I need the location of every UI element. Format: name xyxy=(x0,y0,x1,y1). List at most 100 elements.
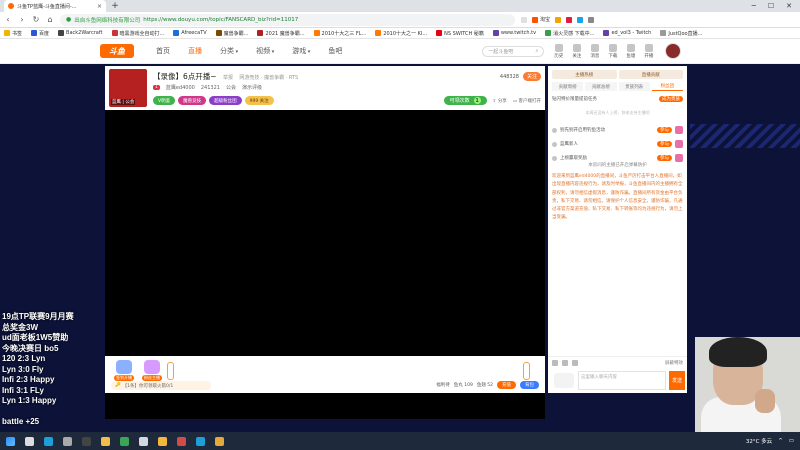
bookmark-item[interactable]: JustQoo直播... xyxy=(660,30,702,37)
activity-row-2[interactable]: 蓝鹰新人 参与 xyxy=(552,138,683,150)
douyu-logo[interactable]: 斗鱼 xyxy=(100,44,134,58)
room-badge[interactable]: V明鉴 xyxy=(153,96,176,105)
extension-0[interactable] xyxy=(521,16,527,23)
tab-noble-list[interactable]: 贵族列表 xyxy=(618,82,650,91)
url-bar[interactable]: ● 出自斗鱼网络科技有限公司 https://www.douyu.com/top… xyxy=(60,13,515,26)
edge2-icon[interactable] xyxy=(196,436,205,446)
nav-item-2[interactable]: 分类 ▾ xyxy=(220,46,238,56)
backpack-button[interactable]: 背包 xyxy=(520,381,539,389)
bookmark-item[interactable]: 2010十大之三 FL... xyxy=(313,30,366,37)
windows-start-icon[interactable] xyxy=(6,436,15,446)
gift-item-2[interactable]: 粉丝主播 xyxy=(141,360,163,381)
nav-item-5[interactable]: 鱼吧 xyxy=(328,46,342,56)
header-icon-1[interactable]: 关注 xyxy=(572,43,581,59)
activity-row-1[interactable]: 别先别开启用钓鱼活动 参与 xyxy=(552,124,683,136)
extension-2[interactable] xyxy=(555,16,562,23)
close-tab-icon[interactable]: × xyxy=(97,3,102,10)
chat-input[interactable]: 这里输入聊天内容 xyxy=(578,371,666,390)
search-icon[interactable]: ⌕ xyxy=(536,48,539,54)
app-icon[interactable] xyxy=(177,436,186,446)
tasks-button[interactable]: 可领次数 1 xyxy=(443,96,487,105)
forward-icon[interactable]: › xyxy=(18,15,26,24)
bag-icon[interactable] xyxy=(562,360,568,366)
edge-icon[interactable] xyxy=(44,436,53,446)
browser-tab[interactable]: 斗鱼TP蓝鹰-斗鱼直播间-... × xyxy=(4,0,106,12)
user-avatar[interactable] xyxy=(665,43,682,59)
guild-label[interactable]: 公会 xyxy=(226,84,236,91)
rank-label[interactable]: 演示评级 xyxy=(242,84,262,91)
gift-item-1[interactable]: 签到开播 xyxy=(113,360,135,381)
weather-text[interactable]: 32°C 多云 xyxy=(746,437,772,445)
room-badge[interactable]: 999 关注 xyxy=(244,96,274,105)
tab-total-rank[interactable]: 贡献总榜 xyxy=(585,82,617,91)
close-window-icon[interactable]: ✕ xyxy=(786,2,792,10)
chat-mode-button[interactable] xyxy=(554,373,574,388)
cursor-icon[interactable] xyxy=(139,436,148,446)
bookmark-item[interactable]: 书签 xyxy=(4,30,22,37)
obs-icon[interactable] xyxy=(82,436,91,446)
become-noble-button[interactable]: 成为贵族 xyxy=(659,96,683,102)
room-badge[interactable]: 魔兽竞技 xyxy=(178,96,207,105)
header-icon-4[interactable]: 鱼塘 xyxy=(626,43,635,59)
nav-item-4[interactable]: 游戏 ▾ xyxy=(292,46,310,56)
site-search-input[interactable]: 一起斗鱼吧 ⌕ xyxy=(482,45,545,57)
bookmark-item[interactable]: 消火灵感 下载中... xyxy=(545,30,594,37)
search-icon[interactable] xyxy=(25,436,34,446)
folder-icon[interactable] xyxy=(158,436,167,446)
share-button[interactable]: ⇪ 分享 xyxy=(493,98,507,104)
gift-slot-left[interactable] xyxy=(167,362,174,380)
explorer-icon[interactable] xyxy=(101,436,110,446)
charge-button[interactable]: 充值 xyxy=(497,381,516,389)
bookmark-item[interactable]: 2010十大之一 KI... xyxy=(375,30,427,37)
chevron-up-icon[interactable]: ^ xyxy=(778,438,783,444)
nav-item-0[interactable]: 首页 xyxy=(156,46,170,56)
bookmark-item[interactable]: NS SWITCH 秘籍 xyxy=(436,30,484,37)
extension-5[interactable] xyxy=(588,16,595,23)
tab-contribution[interactable]: 直播贡献 xyxy=(618,70,683,79)
nav-item-1[interactable]: 直播 xyxy=(188,46,202,56)
header-icon-5[interactable]: 开播 xyxy=(644,43,653,59)
bookmark-item[interactable]: ed_vol3 - Twitch xyxy=(603,30,651,36)
activity-3-button[interactable]: 参与 xyxy=(657,155,672,161)
client-open-button[interactable]: ▭ 客户端打开 xyxy=(513,98,541,104)
activity-2-button[interactable]: 参与 xyxy=(657,141,672,147)
tab-fan-club[interactable]: 粉丝团 xyxy=(651,82,683,91)
gift-slot-right[interactable] xyxy=(523,362,530,380)
bookmark-item[interactable]: www.twitch.tv xyxy=(492,30,536,36)
block-effects-toggle[interactable]: 屏蔽特效 xyxy=(665,360,683,366)
header-icon-0[interactable]: 历史 xyxy=(554,43,563,59)
room-badge[interactable]: 超级粉丝团 xyxy=(209,96,242,105)
extension-3[interactable] xyxy=(566,16,573,23)
bookmark-item[interactable]: 魔兽争霸... xyxy=(215,30,248,37)
bookmark-item[interactable]: 百度 xyxy=(31,30,49,37)
bookmark-item[interactable]: Back2Warcraft xyxy=(58,30,103,36)
reload-icon[interactable]: ↻ xyxy=(32,15,40,24)
room-category[interactable]: 网游竞技 · 魔兽争霸 · RTS xyxy=(239,75,298,81)
tab-week-rank[interactable]: 贡献周榜 xyxy=(552,82,584,91)
color-icon[interactable] xyxy=(572,360,578,366)
anchor-avatar[interactable]: 蓝鹰 | 公会 xyxy=(109,69,147,107)
header-icon-3[interactable]: 下载 xyxy=(608,43,617,59)
nav-item-3[interactable]: 视频 ▾ xyxy=(256,46,274,56)
task-progress[interactable]: 🔑 【1条】你可领取火箭0/1 xyxy=(111,381,211,390)
send-button[interactable]: 发送 xyxy=(669,371,685,390)
extension-1[interactable]: 淘宝 xyxy=(532,16,550,23)
report-link[interactable]: 举报 xyxy=(223,75,233,81)
back-icon[interactable]: ‹ xyxy=(4,15,12,24)
welfare-label[interactable]: 福利待 xyxy=(436,382,450,388)
tab-anchor-hot[interactable]: 主播热榜 xyxy=(552,70,617,79)
chrome-icon[interactable] xyxy=(120,436,129,446)
game-icon[interactable] xyxy=(215,436,224,446)
bookmark-item[interactable]: 暗黑游戏全自动打... xyxy=(111,30,164,37)
bookmark-item[interactable]: 2021 魔兽争霸... xyxy=(257,30,305,37)
follow-button[interactable]: 关注 xyxy=(522,72,541,81)
activity-1-button[interactable]: 参与 xyxy=(657,127,672,133)
settings-icon[interactable] xyxy=(63,436,72,446)
header-icon-2[interactable]: 消息 xyxy=(590,43,599,59)
home-icon[interactable]: ⌂ xyxy=(46,15,54,24)
extension-4[interactable] xyxy=(577,16,584,23)
notification-icon[interactable]: ▭ xyxy=(789,438,794,444)
maximize-icon[interactable]: ☐ xyxy=(768,2,774,10)
minimize-icon[interactable]: ─ xyxy=(752,2,756,10)
anchor-name[interactable]: 蓝鹰ed4000 xyxy=(166,84,195,91)
